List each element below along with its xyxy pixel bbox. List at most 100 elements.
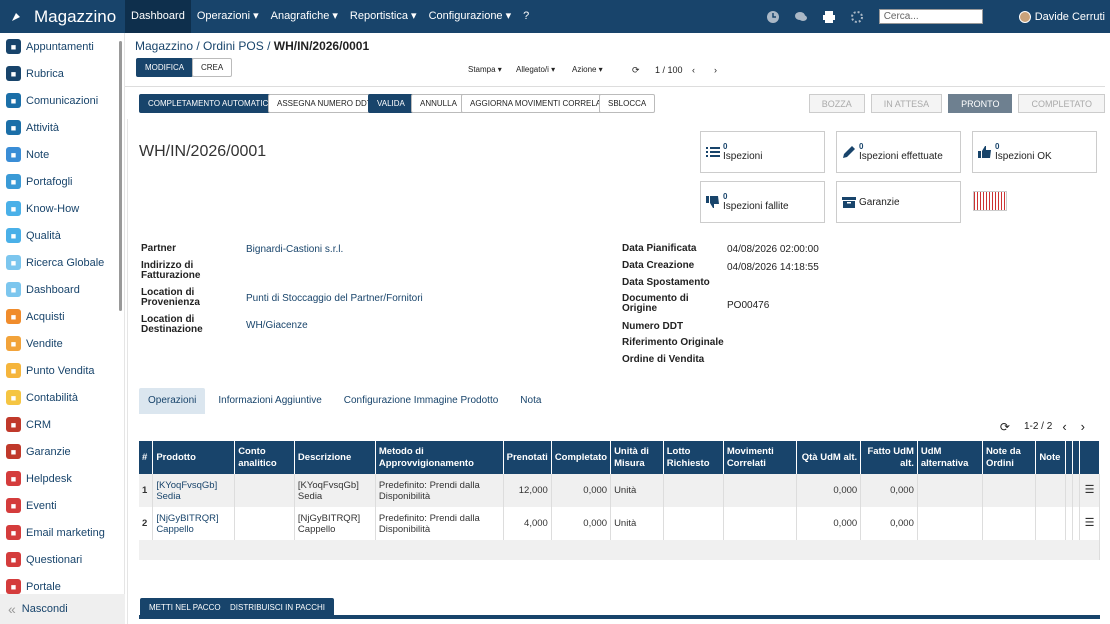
sidebar-item-eventi[interactable]: ■ Eventi [0,492,124,519]
tab-nota[interactable]: Nota [511,388,550,414]
cell-completato[interactable]: 0,000 [551,474,612,507]
row-menu-icon[interactable]: ☰ [1079,507,1100,540]
stat-ispezioni[interactable]: 0 Ispezioni [700,131,825,173]
col-number[interactable]: # [139,441,154,474]
cell-prodotto[interactable]: [NjGyBITRQR] Cappello [152,507,236,540]
col-prenotati[interactable]: Prenotati [503,441,552,474]
sidebar-item-punto-vendita[interactable]: ■ Punto Vendita [0,357,124,384]
col-note[interactable]: Note [1035,441,1067,474]
col-descrizione[interactable]: Descrizione [294,441,376,474]
cell-conto[interactable] [234,507,295,540]
action-dropdown[interactable]: Azione ▾ [572,65,603,74]
cell-lotto[interactable] [663,507,724,540]
sidebar-item-ricerca-globale[interactable]: ■ Ricerca Globale [0,249,124,276]
stat-ispezioni-ok[interactable]: 0 Ispezioni OK [972,131,1097,173]
sidebar-item-comunicazioni[interactable]: ■ Comunicazioni [0,87,124,114]
stat-ispezioni-effettuate[interactable]: 0 Ispezioni effettuate [836,131,961,173]
cell-udm-alt[interactable] [917,474,983,507]
cell-completato[interactable]: 0,000 [551,507,612,540]
cell-descrizione[interactable]: [NjGyBITRQR] Cappello [294,507,376,540]
auto-complete-button[interactable]: COMPLETAMENTO AUTOMATICO [139,94,284,113]
cell-conto[interactable] [234,474,295,507]
row-menu-icon[interactable]: ☰ [1079,474,1100,507]
update-movements-button[interactable]: AGGIORNA MOVIMENTI CORRELATI [461,94,617,113]
col-conto[interactable]: Conto analitico [234,441,295,474]
sidebar-item-know-how[interactable]: ■ Know-How [0,195,124,222]
sidebar-scrollbar[interactable] [119,41,122,311]
col-lotto[interactable]: Lotto Richiesto [663,441,724,474]
status-pronto[interactable]: PRONTO [948,94,1013,113]
sidebar-item-contabilit-[interactable]: ■ Contabilità [0,384,124,411]
sidebar-item-dashboard[interactable]: ■ Dashboard [0,276,124,303]
cell-fatto-alt[interactable]: 0,000 [860,507,918,540]
stat-ispezioni-fallite[interactable]: 0 Ispezioni fallite [700,181,825,223]
cell-qta-alt[interactable]: 0,000 [796,507,862,540]
cell-udm-alt[interactable] [917,507,983,540]
col-metodo[interactable]: Metodo di Approvvigionamento [375,441,504,474]
cell-descrizione[interactable]: [KYoqFvsqGb] Sedia [294,474,376,507]
breadcrumb-magazzino[interactable]: Magazzino [135,39,193,53]
tab-config-immagine[interactable]: Configurazione Immagine Prodotto [335,388,508,414]
col-note-ordini[interactable]: Note da Ordini [982,441,1037,474]
col-fatto-alt[interactable]: Fatto UdM alt. [860,441,918,474]
breadcrumb-ordini-pos[interactable]: Ordini POS [203,39,264,53]
menu-anagrafiche[interactable]: Anagrafiche ▾ [265,0,344,33]
put-in-package-button[interactable]: METTI NEL PACCO [140,598,230,617]
chat-icon[interactable] [794,10,808,24]
tab-operazioni[interactable]: Operazioni [139,388,206,414]
barcode-icon[interactable] [973,191,1007,211]
cell-note-ordini[interactable] [982,507,1037,540]
print-icon[interactable] [822,10,836,24]
status-completato[interactable]: COMPLETATO [1018,94,1105,113]
cell-prenotati[interactable]: 12,000 [503,474,552,507]
cell-prodotto[interactable]: [KYoqFvsqGb] Sedia [152,474,236,507]
menu-dashboard[interactable]: Dashboard [125,0,191,33]
create-button[interactable]: CREA [192,58,233,77]
sidebar-item-email-marketing[interactable]: ■ Email marketing [0,519,124,546]
edit-button[interactable]: MODIFICA [136,58,194,77]
sidebar-item-helpdesk[interactable]: ■ Helpdesk [0,465,124,492]
status-in-attesa[interactable]: IN ATTESA [870,94,943,113]
field-source-location[interactable]: Punti di Stoccaggio del Partner/Fornitor… [246,293,423,304]
assign-ddt-button[interactable]: ASSEGNA NUMERO DDT [268,94,381,113]
chevron-right-icon[interactable]: › [1081,419,1085,434]
col-udm-alt[interactable]: UdM alternativa [917,441,983,474]
sidebar-item-note[interactable]: ■ Note [0,141,124,168]
status-bozza[interactable]: BOZZA [808,94,865,113]
col-movimenti[interactable]: Movimenti Correlati [723,441,798,474]
attach-dropdown[interactable]: Allegato/i ▾ [516,65,555,74]
distribute-packages-button[interactable]: DISTRIBUISCI IN PACCHI [221,598,334,617]
table-row[interactable]: 1 [KYoqFvsqGb] Sedia [KYoqFvsqGb] Sedia Pr… [139,474,1100,507]
sidebar-item-attivit-[interactable]: ■ Attività [0,114,124,141]
cell-movimenti[interactable] [723,474,798,507]
field-destination-location[interactable]: WH/Giacenze [246,320,308,331]
sidebar-item-acquisti[interactable]: ■ Acquisti [0,303,124,330]
validate-button[interactable]: VALIDA [368,94,414,113]
hide-sidebar-button[interactable]: « Nascondi [0,594,125,624]
cell-qta-alt[interactable]: 0,000 [796,474,862,507]
cell-udm[interactable]: Unità [610,474,664,507]
cell-udm[interactable]: Unità [610,507,664,540]
refresh-icon[interactable]: ⟳ [632,65,640,76]
table-row[interactable]: 2 [NjGyBITRQR] Cappello [NjGyBITRQR] Cappe… [139,507,1100,540]
sidebar-item-portafogli[interactable]: ■ Portafogli [0,168,124,195]
user-menu[interactable]: Davide Cerruti [1018,10,1105,23]
cell-fatto-alt[interactable]: 0,000 [860,474,918,507]
chevron-left-icon[interactable]: ‹ [692,65,695,75]
unlock-button[interactable]: SBLOCCA [599,94,656,113]
cell-note[interactable] [1035,507,1067,540]
cell-note[interactable] [1035,474,1067,507]
app-brand[interactable]: Magazzino [0,0,125,33]
field-partner[interactable]: Bignardi-Castioni s.r.l. [246,244,343,255]
col-prodotto[interactable]: Prodotto [152,441,236,474]
sidebar-item-questionari[interactable]: ■ Questionari [0,546,124,573]
menu-configurazione[interactable]: Configurazione ▾ [423,0,518,33]
sidebar-item-appuntamenti[interactable]: ■ Appuntamenti [0,33,124,60]
clock-icon[interactable] [766,10,780,24]
sidebar-item-rubrica[interactable]: ■ Rubrica [0,60,124,87]
sidebar-item-vendite[interactable]: ■ Vendite [0,330,124,357]
col-qta-alt[interactable]: Qtà UdM alt. [796,441,862,474]
cell-note-ordini[interactable] [982,474,1037,507]
cell-movimenti[interactable] [723,507,798,540]
cancel-button[interactable]: ANNULLA [411,94,466,113]
